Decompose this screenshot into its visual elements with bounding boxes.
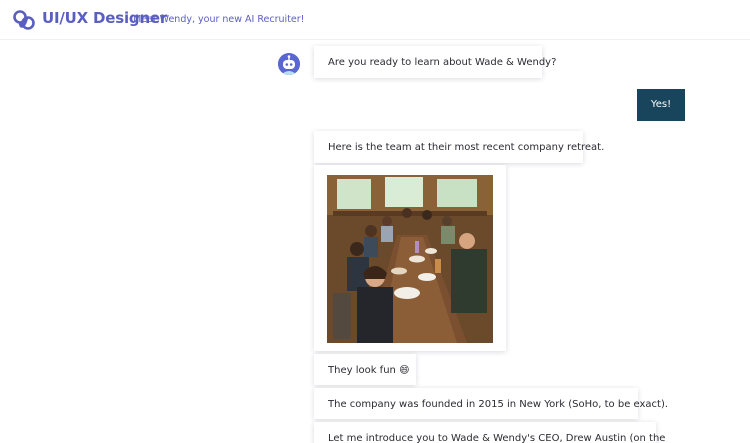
message-text: Here is the team at their most recent co… — [328, 142, 605, 153]
team-retreat-photo[interactable] — [327, 175, 493, 343]
robot-avatar-icon — [278, 53, 300, 75]
bot-message: Let me introduce you to Wade & Wendy's C… — [314, 422, 665, 443]
bot-message: They look fun 😄 — [314, 354, 416, 385]
message-text: Yes! — [650, 99, 672, 110]
bot-image-message — [314, 165, 506, 351]
bot-message: Are you ready to learn about Wade & Wend… — [314, 46, 556, 78]
bot-message: The company was founded in 2015 in New Y… — [314, 388, 668, 419]
message-text: Are you ready to learn about Wade & Wend… — [328, 57, 557, 68]
message-text: Let me introduce you to Wade & Wendy's C… — [328, 433, 666, 443]
header-tagline: Meet Wendy, your new AI Recruiter! — [133, 14, 305, 25]
user-message: Yes! — [637, 89, 685, 121]
grinning-face-emoji: 😄 — [399, 365, 410, 376]
pretzel-logo-icon[interactable] — [12, 8, 36, 32]
app-header: UI/UX Designer Meet Wendy, your new AI R… — [0, 0, 750, 40]
bot-message: Here is the team at their most recent co… — [314, 131, 604, 163]
message-text: The company was founded in 2015 in New Y… — [328, 399, 669, 410]
message-text: They look fun — [328, 365, 396, 376]
